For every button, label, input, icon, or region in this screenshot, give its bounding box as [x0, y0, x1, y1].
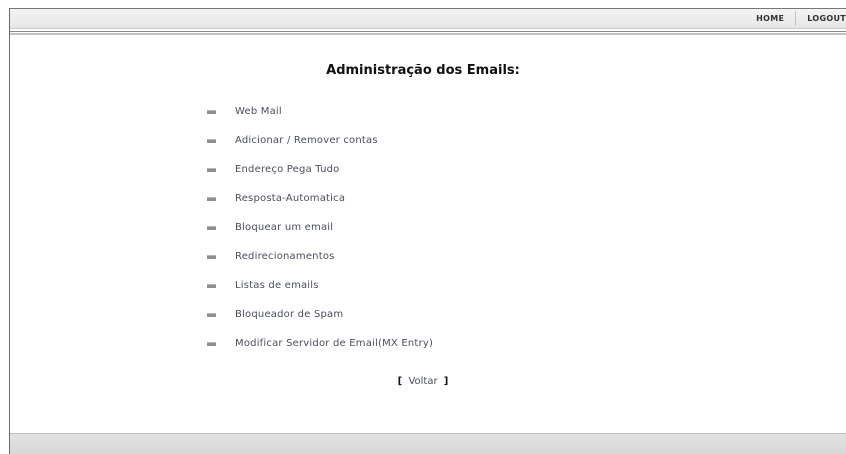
- back-close-bracket: ]: [443, 376, 449, 387]
- footer-bar: [10, 434, 846, 454]
- back-link-container: [ Voltar ]: [0, 376, 846, 387]
- menu-item-label[interactable]: Endereço Pega Tudo: [235, 164, 339, 175]
- menu-item-mailing-lists[interactable]: Listas de emails: [207, 271, 433, 300]
- bullet-icon: [207, 342, 216, 346]
- back-link[interactable]: Voltar: [408, 376, 437, 387]
- bullet-icon: [207, 139, 216, 143]
- menu-item-redirects[interactable]: Redirecionamentos: [207, 242, 433, 271]
- top-nav: HOME LOGOUT: [745, 9, 846, 28]
- bullet-icon: [207, 284, 216, 288]
- menu-item-spam-blocker[interactable]: Bloqueador de Spam: [207, 300, 433, 329]
- bullet-icon: [207, 110, 216, 114]
- menu-item-label[interactable]: Web Mail: [235, 106, 282, 117]
- page-title: Administração dos Emails:: [326, 63, 520, 78]
- header-divider-shadow: [10, 33, 846, 35]
- bullet-icon: [207, 313, 216, 317]
- menu-item-label[interactable]: Redirecionamentos: [235, 251, 335, 262]
- menu-item-label[interactable]: Listas de emails: [235, 280, 319, 291]
- browser-page: HOME LOGOUT Administração dos Emails: We…: [0, 0, 846, 454]
- logout-link[interactable]: LOGOUT: [796, 14, 846, 23]
- bullet-icon: [207, 226, 216, 230]
- top-nav-bar: HOME LOGOUT: [10, 9, 846, 29]
- back-open-bracket: [: [397, 376, 403, 387]
- menu-item-label[interactable]: Modificar Servidor de Email(MX Entry): [235, 338, 433, 349]
- menu-item-block-email[interactable]: Bloquear um email: [207, 213, 433, 242]
- menu-item-label[interactable]: Resposta-Automatica: [235, 193, 345, 204]
- email-admin-menu: Web Mail Adicionar / Remover contas Ende…: [207, 97, 433, 358]
- header-divider: [10, 31, 846, 32]
- bullet-icon: [207, 255, 216, 259]
- menu-item-auto-reply[interactable]: Resposta-Automatica: [207, 184, 433, 213]
- menu-item-add-remove-accounts[interactable]: Adicionar / Remover contas: [207, 126, 433, 155]
- menu-item-label[interactable]: Adicionar / Remover contas: [235, 135, 378, 146]
- menu-item-web-mail[interactable]: Web Mail: [207, 97, 433, 126]
- menu-item-mx-entry[interactable]: Modificar Servidor de Email(MX Entry): [207, 329, 433, 358]
- menu-item-catch-all-address[interactable]: Endereço Pega Tudo: [207, 155, 433, 184]
- menu-item-label[interactable]: Bloqueador de Spam: [235, 309, 343, 320]
- home-link[interactable]: HOME: [745, 14, 795, 23]
- bullet-icon: [207, 197, 216, 201]
- menu-item-label[interactable]: Bloquear um email: [235, 222, 333, 233]
- bullet-icon: [207, 168, 216, 172]
